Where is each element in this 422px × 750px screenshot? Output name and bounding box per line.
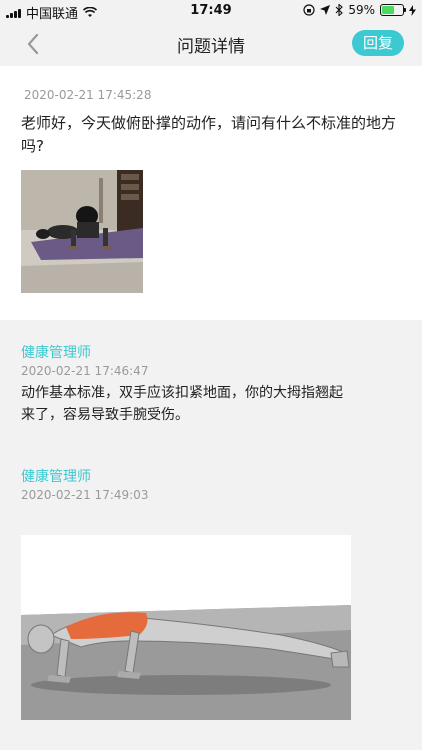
answer-text: 动作基本标准，双手应该扣紧地面，你的大拇指翘起来了，容易导致手腕受伤。 bbox=[21, 385, 343, 423]
bluetooth-icon bbox=[335, 4, 344, 16]
orientation-lock-icon bbox=[303, 4, 315, 16]
answer-author: 健康管理师 bbox=[21, 345, 91, 361]
nav-bar: 问题详情 回复 bbox=[0, 22, 422, 66]
question-timestamp: 2020-02-21 17:45:28 bbox=[24, 88, 152, 102]
question-card: 2020-02-21 17:45:28 老师好，今天做俯卧撑的动作，请问有什么不… bbox=[0, 66, 422, 320]
battery-level bbox=[382, 6, 394, 14]
question-photo[interactable] bbox=[21, 170, 143, 293]
reply-button[interactable]: 回复 bbox=[352, 30, 404, 56]
charging-icon bbox=[409, 4, 416, 16]
battery-percent: 59% bbox=[348, 3, 375, 17]
answer-author: 健康管理师 bbox=[21, 469, 91, 485]
answer-timestamp: 2020-02-21 17:49:03 bbox=[21, 488, 149, 502]
location-icon bbox=[320, 5, 331, 15]
answer-illustration[interactable] bbox=[21, 535, 351, 720]
question-text: 老师好，今天做俯卧撑的动作，请问有什么不标准的地方吗? bbox=[21, 114, 397, 155]
answer-timestamp: 2020-02-21 17:46:47 bbox=[21, 364, 149, 378]
status-right: 59% bbox=[303, 3, 416, 17]
battery-icon bbox=[380, 4, 406, 16]
status-bar: 中国联通 17:49 59% bbox=[0, 0, 422, 22]
